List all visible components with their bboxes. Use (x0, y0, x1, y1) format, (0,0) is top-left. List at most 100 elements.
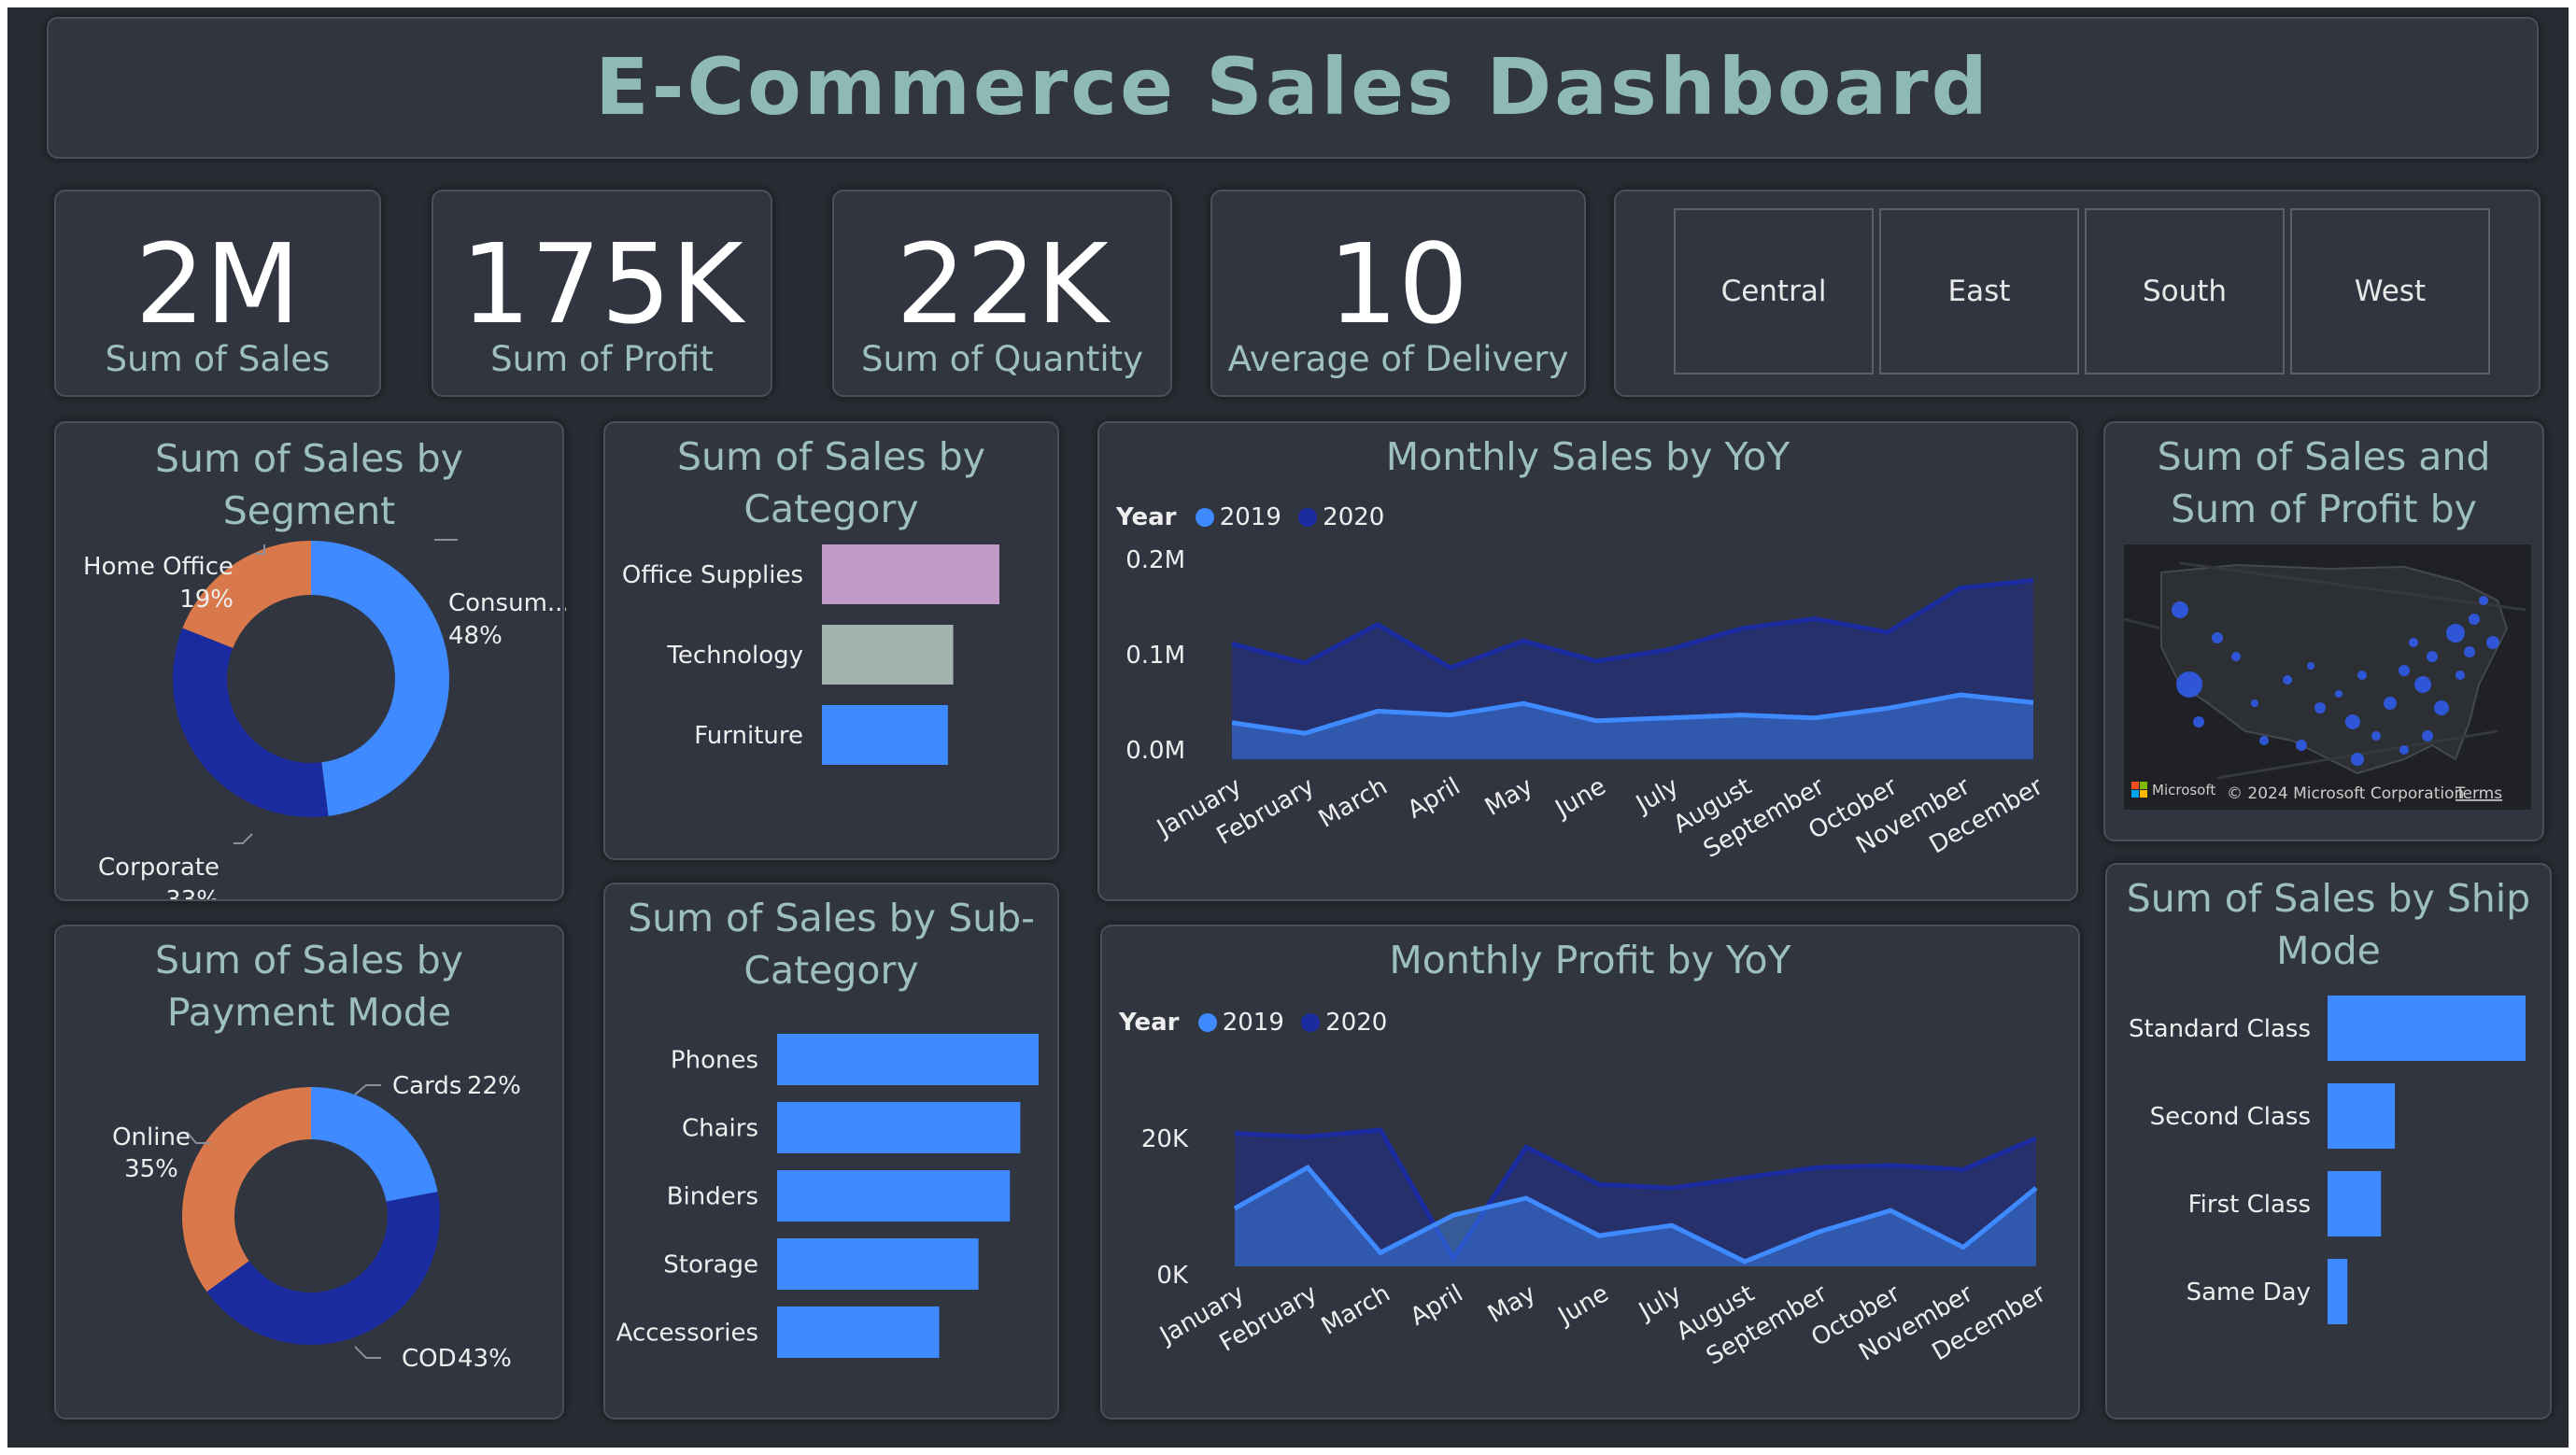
map-bubble[interactable] (2351, 753, 2364, 766)
map-bubble[interactable] (2193, 716, 2204, 728)
map-bubble[interactable] (2409, 638, 2418, 647)
subcategory-chart-card: Sum of Sales by Sub-Category Phones Chair… (603, 883, 1059, 1420)
segment-slice[interactable] (311, 541, 450, 816)
subcategory-bars-svg: Phones Chairs Binders Storage Accessories (616, 1034, 1039, 1358)
map-bubble[interactable] (2456, 671, 2465, 680)
category-chart-title: Sum of Sales by Category (677, 434, 985, 531)
map-bubble[interactable] (2314, 702, 2326, 713)
subcategory-bar-label: Chairs (682, 1115, 758, 1143)
map-bubble[interactable] (2212, 632, 2223, 643)
map-bubble[interactable] (2479, 596, 2488, 605)
map-bubble[interactable] (2427, 651, 2438, 662)
map-logo-text: Microsoft (2152, 782, 2215, 798)
map-bubble[interactable] (2434, 700, 2449, 715)
map-bubble[interactable] (2399, 745, 2409, 755)
kpi-card-profit: 175K Sum of Profit (432, 190, 772, 397)
shipmode-bars-svg: Standard Class Second Class First Class Sam… (2129, 996, 2526, 1324)
profit-x-tick: May (1483, 1279, 1541, 1329)
map-bubble[interactable] (2384, 697, 2397, 710)
map-bubble[interactable] (2231, 652, 2241, 661)
slice-pct-online: 35% (124, 1155, 178, 1183)
region-slicer: Central East South West (1614, 190, 2541, 397)
legend-dot-icon (1298, 508, 1318, 527)
category-bar-label: Furniture (694, 722, 803, 750)
category-bar-label: Technology (666, 642, 803, 670)
map-bubble[interactable] (2259, 736, 2269, 745)
subcategory-bar[interactable] (777, 1170, 1011, 1222)
shipmode-bars: Standard Class Second Class First Class Sam… (2129, 996, 2526, 1324)
subcategory-bar-label: Binders (667, 1183, 758, 1211)
microsoft-logo-icon (2131, 790, 2139, 798)
map-bubble[interactable] (2307, 662, 2314, 670)
map-bubble[interactable] (2176, 671, 2202, 698)
category-bar[interactable] (822, 625, 954, 685)
map-bubble[interactable] (2172, 601, 2188, 618)
category-bar-label: Office Supplies (622, 561, 803, 589)
shipmode-bar[interactable] (2328, 1171, 2382, 1236)
sales-x-tick: March (1314, 772, 1393, 834)
map-bubble[interactable] (2251, 699, 2258, 707)
map-bubble[interactable] (2464, 646, 2475, 657)
segment-slice[interactable] (172, 628, 329, 817)
region-button-south[interactable]: South (2085, 208, 2285, 374)
profit-x-tick: June (1552, 1279, 1614, 1331)
payment-slice[interactable] (206, 1192, 440, 1345)
subcategory-bar[interactable] (777, 1307, 940, 1358)
payment-chart-title: Sum of Sales by Payment Mode (155, 938, 463, 1035)
monthly-profit-title: Monthly Profit by YoY (1389, 938, 1791, 982)
us-outline (2160, 563, 2509, 775)
map-bubble[interactable] (2296, 740, 2307, 751)
map-svg: Microsoft © 2024 Microsoft Corporation T… (2124, 561, 2526, 803)
payment-slice[interactable] (311, 1087, 438, 1202)
profit-plot: JanuaryFebruaryMarch April May June JulyAugu… (1154, 1127, 2051, 1371)
map-bubble[interactable] (2283, 675, 2292, 685)
slice-label-cod: COD (402, 1345, 457, 1373)
monthly-sales-card: Monthly Sales by YoY Year 2019 2020 0.2M… (1097, 421, 2078, 901)
map-terms-link[interactable]: Terms (2455, 784, 2502, 803)
map-bubble[interactable] (2469, 614, 2480, 625)
shipmode-bar[interactable] (2328, 1259, 2348, 1324)
region-button-west[interactable]: West (2290, 208, 2490, 374)
map-bubble[interactable] (2345, 714, 2360, 729)
subcategory-bar-label: Storage (663, 1251, 758, 1279)
map-card: Sum of Sales and Sum of Profit by State … (2103, 421, 2544, 841)
sales-x-tick: May (1480, 772, 1538, 822)
y-tick: 0K (1156, 1262, 1189, 1290)
map-bubble[interactable] (2414, 676, 2431, 693)
map-bubble[interactable] (2357, 671, 2367, 680)
payment-donut-svg: Cards 22% COD 43% Online 35% (112, 1072, 521, 1373)
region-button-east[interactable]: East (1879, 208, 2079, 374)
payment-slice[interactable] (181, 1087, 311, 1293)
shipmode-bar-label: Same Day (2187, 1278, 2311, 1307)
category-bars: Office Supplies Technology Furniture (622, 544, 999, 765)
profit-x-tick: March (1317, 1279, 1395, 1341)
map-bubble[interactable] (2335, 690, 2342, 698)
profit-x-tick: April (1406, 1279, 1467, 1332)
subcategory-bar[interactable] (777, 1034, 1039, 1085)
region-button-central[interactable]: Central (1674, 208, 1874, 374)
map-bubble[interactable] (2486, 636, 2499, 649)
y-tick: 0.0M (1125, 737, 1185, 765)
title-card: E-Commerce Sales Dashboard (47, 17, 2539, 159)
subcategory-bar[interactable] (777, 1238, 979, 1290)
slice-pct-consumer: 48% (448, 622, 502, 650)
state-map[interactable]: Microsoft © 2024 Microsoft Corporation T… (2124, 544, 2531, 810)
shipmode-bar-label: Second Class (2150, 1103, 2311, 1131)
shipmode-bar[interactable] (2328, 1083, 2396, 1149)
kpi-label: Sum of Sales (105, 339, 331, 379)
map-bubble[interactable] (2446, 624, 2465, 643)
category-chart-card: Sum of Sales by Category Office Supplies… (603, 421, 1059, 860)
category-bars-svg: Office Supplies Technology Furniture (622, 544, 999, 765)
map-bubble[interactable] (2371, 731, 2381, 741)
category-bar[interactable] (822, 544, 999, 604)
leader-line (234, 833, 253, 844)
map-bubble[interactable] (2422, 730, 2433, 742)
shipmode-bar[interactable] (2328, 996, 2526, 1061)
category-bar[interactable] (822, 705, 948, 765)
slice-pct-corporate: 33% (165, 886, 219, 899)
slice-label-cards: Cards (392, 1072, 461, 1100)
map-bubble[interactable] (2399, 665, 2410, 676)
shipmode-bar-label: First Class (2188, 1191, 2311, 1219)
subcategory-bar[interactable] (777, 1102, 1021, 1153)
y-tick: 20K (1141, 1125, 1189, 1153)
